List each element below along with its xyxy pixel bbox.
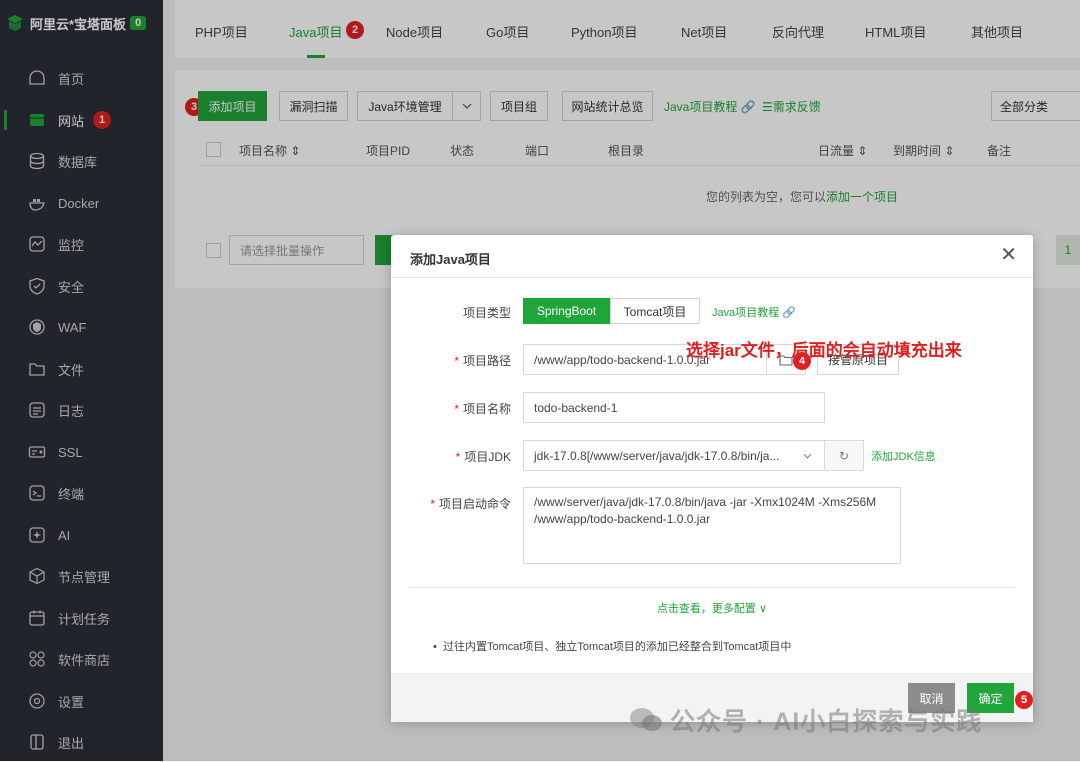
chevron-down-icon <box>803 453 812 459</box>
refresh-jdk-button[interactable]: ↻ <box>824 440 864 471</box>
watermark: 公众号 · AI小白探索与实践 <box>628 702 982 738</box>
path-label: * 项目路径 <box>454 354 511 368</box>
project-name-input[interactable]: todo-backend-1 <box>523 392 825 423</box>
wechat-icon <box>630 708 662 731</box>
add-jdk-link[interactable]: 添加JDK信息 <box>871 448 936 464</box>
refresh-icon: ↻ <box>838 448 850 463</box>
more-config-link[interactable]: 点击查看，更多配置 ∨ <box>391 600 1033 616</box>
confirm-step-badge: 5 <box>1015 691 1033 709</box>
type-label: 项目类型 <box>462 306 511 320</box>
chevron-down-icon: ∨ <box>755 603 768 615</box>
dialog-tutorial-link[interactable]: Java项目教程 🔗 <box>712 304 796 320</box>
jdk-select[interactable]: jdk-17.0.8[/www/server/java/jdk-17.0.8/b… <box>523 440 825 471</box>
link-icon: 🔗 <box>782 307 797 319</box>
annotation-text: 选择jar文件，后面的会自动填充出来 <box>686 341 962 360</box>
tomcat-note: • 过往内置Tomcat项目、独立Tomcat项目的添加已经整合到Tomcat项… <box>433 641 792 653</box>
cmd-label: * 项目启动命令 <box>430 497 511 511</box>
dialog-title: 添加Java项目 <box>410 252 491 267</box>
name-label: * 项目名称 <box>454 402 511 416</box>
type-springboot-button[interactable]: SpringBoot <box>523 298 610 324</box>
jdk-label: * 项目JDK <box>455 450 511 464</box>
start-command-textarea[interactable]: /www/server/java/jdk-17.0.8/bin/java -ja… <box>523 487 901 564</box>
jdk-select-value: jdk-17.0.8[/www/server/java/jdk-17.0.8/b… <box>534 448 780 463</box>
add-java-project-dialog: 添加Java项目 ✕ 项目类型 SpringBoot Tomcat项目 Java… <box>391 235 1033 722</box>
type-tomcat-button[interactable]: Tomcat项目 <box>610 298 700 324</box>
dialog-divider <box>409 587 1015 588</box>
close-icon[interactable]: ✕ <box>1000 245 1017 265</box>
dialog-header: 添加Java项目 ✕ <box>391 235 1033 278</box>
